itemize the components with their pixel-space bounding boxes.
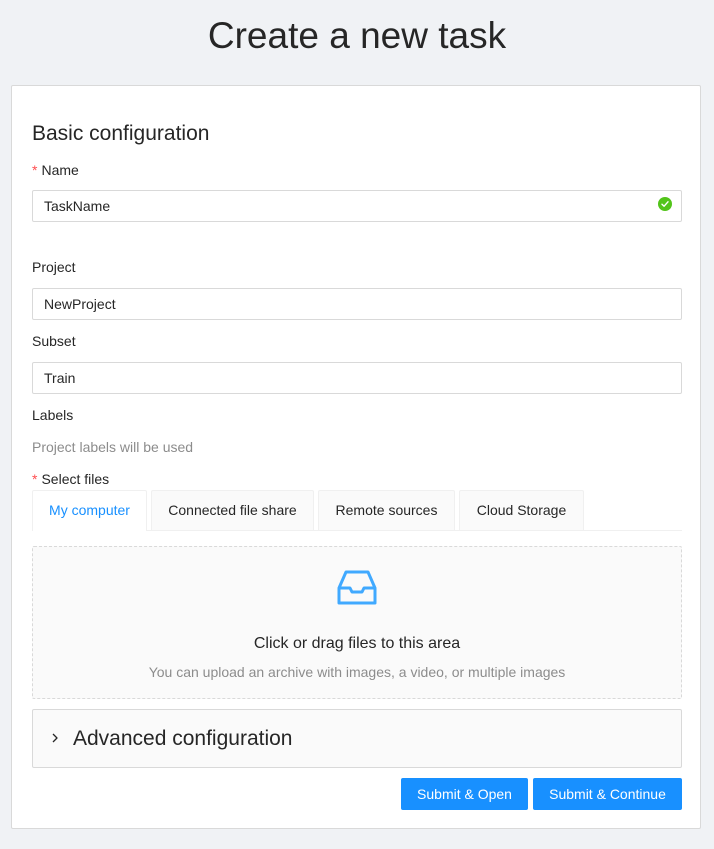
subset-label: Subset	[32, 333, 76, 349]
advanced-configuration-panel[interactable]: Advanced configuration	[32, 709, 682, 768]
section-title-basic: Basic configuration	[32, 122, 210, 145]
check-circle-icon	[658, 197, 672, 211]
inbox-icon	[337, 567, 377, 612]
submit-open-button[interactable]: Submit & Open	[401, 778, 528, 810]
create-task-form: Basic configuration *Name Project Subset…	[11, 85, 701, 829]
subset-input[interactable]	[32, 362, 682, 394]
name-input[interactable]	[32, 190, 682, 222]
dropzone-text: Click or drag files to this area	[253, 635, 461, 652]
required-mark: *	[32, 162, 38, 178]
tab-remote-sources[interactable]: Remote sources	[318, 490, 455, 530]
project-label: Project	[32, 259, 76, 275]
required-mark: *	[32, 471, 38, 487]
tab-connected-file-share[interactable]: Connected file share	[151, 490, 314, 530]
dropzone-hint: You can upload an archive with images, a…	[148, 664, 566, 680]
file-source-tabs: My computer Connected file share Remote …	[32, 490, 682, 531]
name-label-text: Name	[41, 162, 79, 178]
file-dropzone[interactable]: Click or drag files to this area You can…	[32, 546, 682, 699]
name-label: * Name	[32, 160, 79, 180]
labels-label: Labels	[32, 407, 74, 423]
select-files-label: * Select files	[32, 469, 109, 489]
tab-cloud-storage[interactable]: Cloud Storage	[459, 490, 584, 530]
chevron-right-icon	[49, 731, 61, 743]
advanced-configuration-title: Advanced configuration	[73, 727, 293, 750]
tab-my-computer[interactable]: My computer	[32, 490, 147, 531]
project-input[interactable]	[32, 288, 682, 320]
page-title: Create a new task	[207, 15, 507, 56]
select-files-label-text: Select files	[41, 471, 110, 487]
labels-hint: Project labels will be used	[32, 439, 194, 455]
submit-continue-button[interactable]: Submit & Continue	[533, 778, 682, 810]
